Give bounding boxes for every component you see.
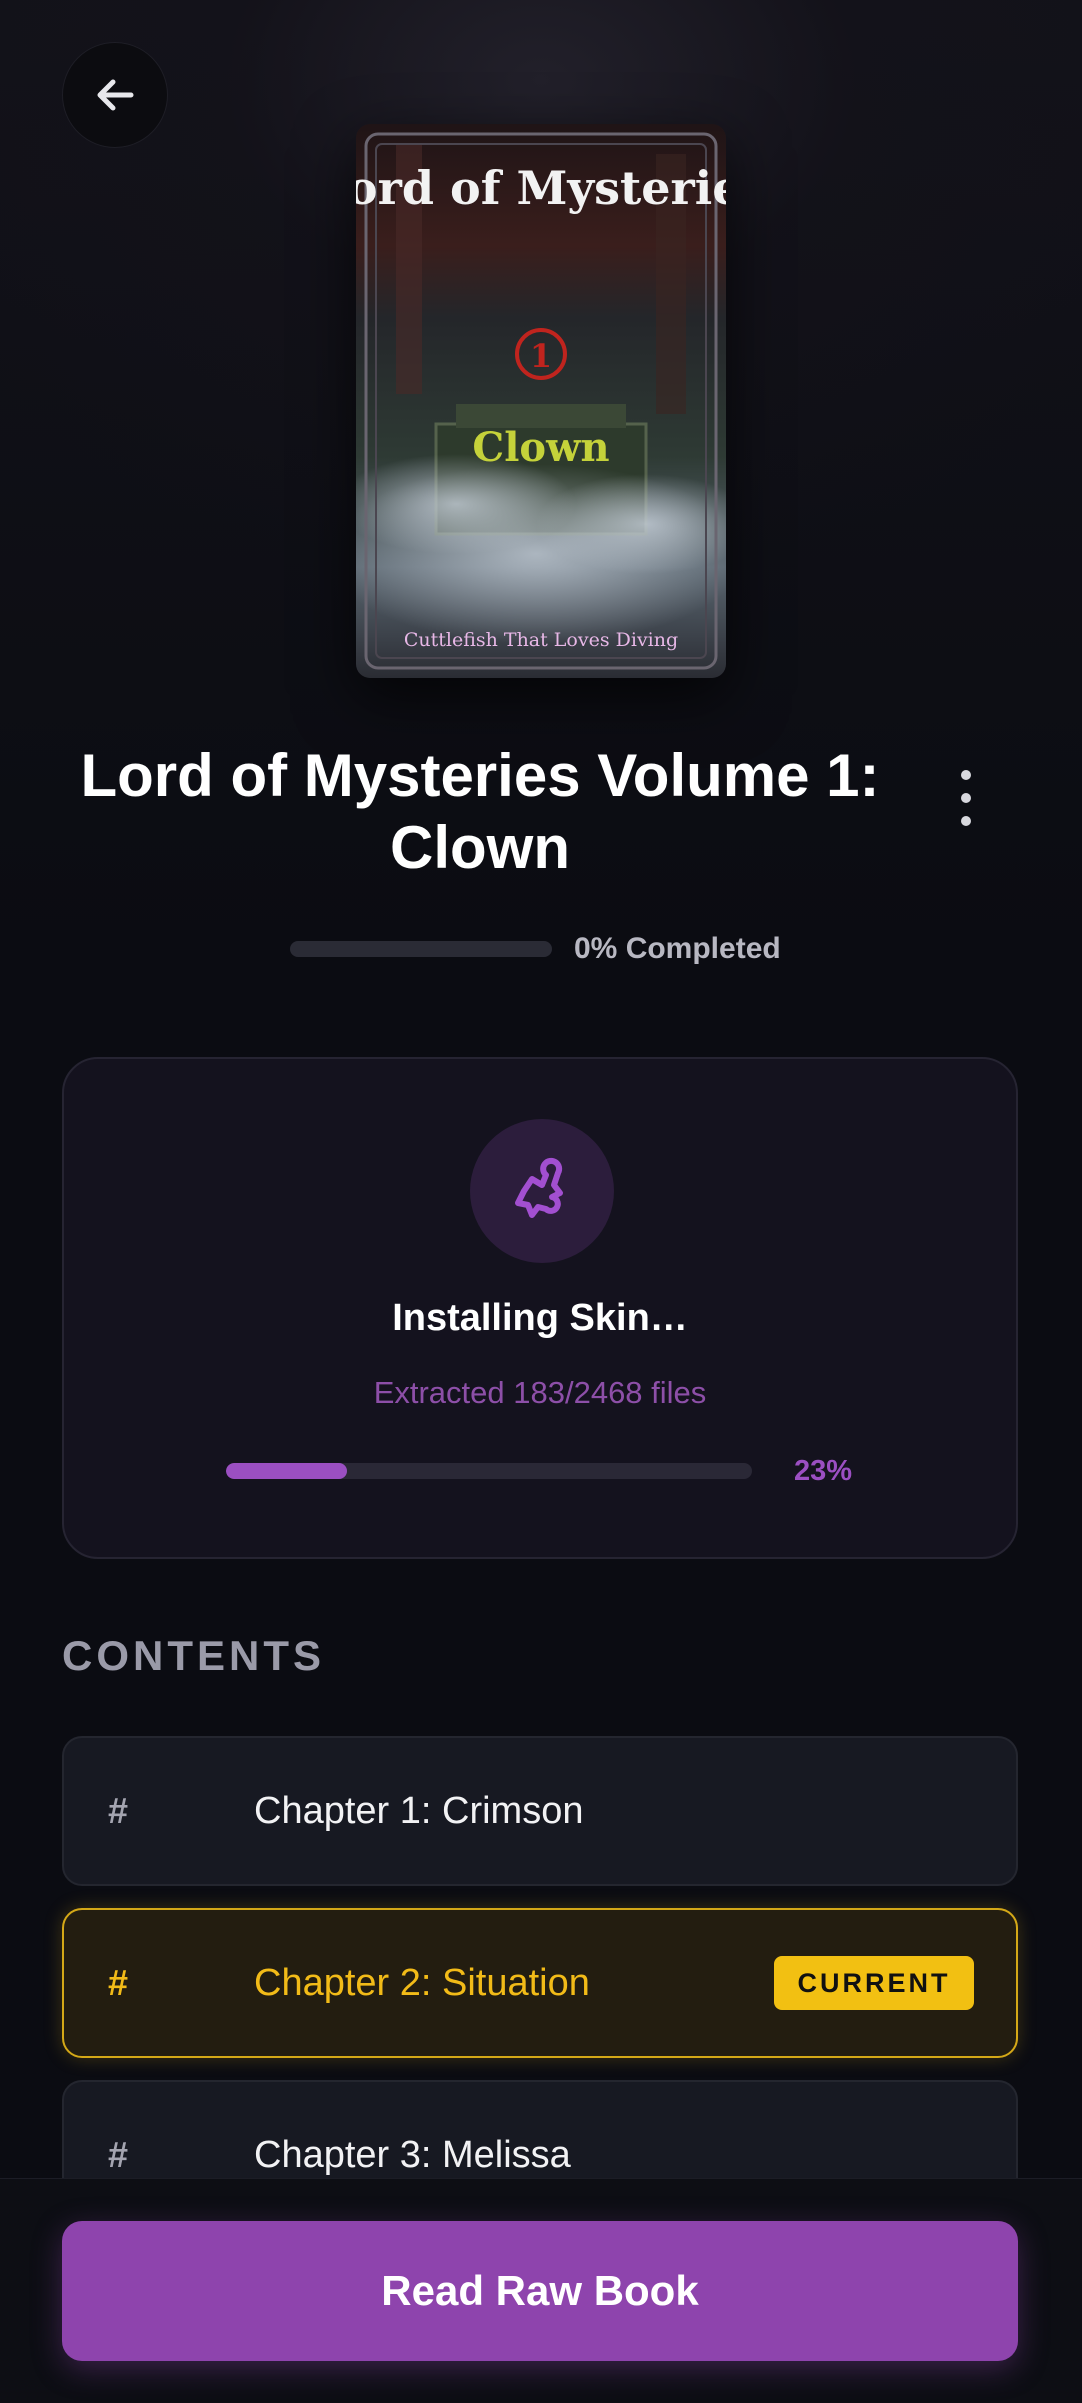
contents-heading: CONTENTS [62, 1632, 325, 1679]
cover-title-art: Lord of Mysteries [356, 161, 726, 215]
cover-author-art: Cuttlefish That Loves Diving [404, 629, 678, 651]
install-title: Installing Skin… [392, 1297, 688, 1339]
current-badge: CURRENT [774, 1956, 974, 2010]
more-options-button[interactable] [946, 770, 986, 826]
more-vertical-icon [961, 770, 971, 780]
book-cover: Lord of Mysteries 1 Clown Cuttlefish Tha… [356, 124, 726, 678]
book-title: Lord of Mysteries Volume 1: Clown [80, 742, 880, 881]
back-button[interactable] [62, 42, 168, 148]
install-progress-bar [226, 1463, 752, 1479]
chapter-item[interactable]: # Chapter 1: Crimson [62, 1736, 1018, 1886]
install-percent: 23% [794, 1455, 853, 1487]
install-progress-fill [226, 1463, 347, 1479]
chapter-title: Chapter 1: Crimson [254, 1790, 584, 1832]
bottom-action-bar: Read Raw Book [0, 2178, 1082, 2403]
chapter-item-current[interactable]: # Chapter 2: Situation CURRENT [62, 1908, 1018, 2058]
arrow-left-icon [97, 79, 134, 111]
chapter-title: Chapter 2: Situation [254, 1962, 590, 2004]
cover-subtitle-art: Clown [472, 424, 609, 471]
install-status: Extracted 183/2468 files [373, 1375, 707, 1410]
cover-volume-mark: 1 [530, 337, 552, 375]
chapter-hash-icon: # [108, 1790, 129, 1831]
reading-progress-bar [290, 941, 552, 957]
read-raw-book-button[interactable]: Read Raw Book [62, 2221, 1018, 2361]
reading-progress-label: 0% Completed [574, 932, 781, 965]
chapter-hash-icon: # [108, 1962, 129, 2003]
install-skin-card: Installing Skin… Extracted 183/2468 file… [62, 1057, 1018, 1559]
puzzle-piece-icon [470, 1119, 614, 1263]
